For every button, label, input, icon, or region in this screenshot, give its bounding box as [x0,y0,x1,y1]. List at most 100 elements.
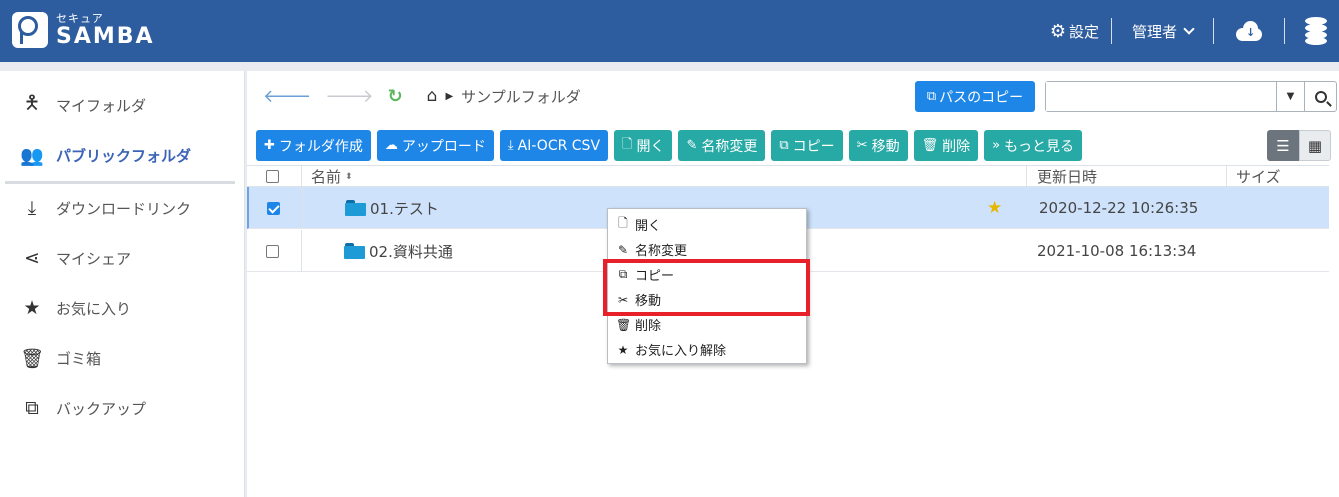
trash-icon: 🗑 [20,347,45,370]
context-menu-delete[interactable]: 🗑 削除 [608,312,806,337]
row-name[interactable]: 01.テスト [345,187,439,229]
context-menu-label: 削除 [635,319,662,334]
list-icon: ☰ [1276,136,1290,155]
settings-label: 設定 [1068,22,1099,41]
search-button[interactable] [1304,82,1336,111]
file-icon: 🗋 [618,216,628,230]
table-header: 名前 ⬍ 更新日時 サイズ [247,165,1329,187]
scissors-icon: ✂ [617,292,629,307]
rename-label: 名称変更 [701,138,758,155]
sidebar-item-label: パブリックフォルダ [56,146,192,165]
context-menu-move[interactable]: ✂ 移動 [608,287,806,312]
caret-down-icon: ▼ [1286,91,1295,102]
arrow-left-icon[interactable]: 🡐 [263,86,311,107]
sidebar-item-label: ゴミ箱 [56,349,102,368]
sort-icon: ⬍ [345,171,353,182]
settings-button[interactable]: ⚙ 設定 [1038,21,1111,42]
header-divider [1110,18,1112,44]
search-input[interactable] [1046,82,1276,111]
sidebar-item-label: マイフォルダ [56,96,147,115]
upload-button[interactable]: ☁ アップロード [376,130,494,161]
copy-label: コピー [792,138,835,155]
sidebar-item-trash[interactable]: 🗑 ゴミ箱 [0,338,245,378]
folder-icon [345,200,366,216]
context-menu-rename[interactable]: ✎ 名称変更 [608,237,806,262]
context-menu-label: お気に入り解除 [635,344,727,359]
copy-path-label: パスのコピー [939,89,1024,106]
name-header-label: 名前 [311,168,342,186]
updated-column-header[interactable]: 更新日時 [1037,166,1097,187]
row-checkbox[interactable] [266,230,279,272]
app-logo[interactable]: セキュア SAMBA [12,12,155,48]
search-box: ▼ [1045,81,1337,112]
person-icon: 🯅 [23,92,41,114]
row-checkbox[interactable] [267,187,280,229]
cloud-upload-icon: ☁ [384,138,398,153]
row-name-label: 02.資料共通 [369,242,453,261]
favorite-star-icon[interactable]: ★ [987,187,1002,229]
sidebar: 🯅 マイフォルダ 👥 パブリックフォルダ ⤓ ダウンロードリンク ⋖ マイシェア… [0,71,245,497]
sidebar-item-favorites[interactable]: ★ お気に入り [0,288,245,328]
user-label: 管理者 [1131,22,1177,41]
name-column-header[interactable]: 名前 ⬍ [311,166,353,187]
list-view-button[interactable]: ☰ [1267,130,1299,161]
sidebar-item-download-link[interactable]: ⤓ ダウンロードリンク [0,188,245,228]
context-menu-label: 移動 [635,294,662,309]
copy-button[interactable]: ⧉ コピー [771,130,843,161]
storage-button[interactable] [1285,16,1339,46]
backup-icon: ⧉ [25,397,39,419]
copy-path-button[interactable]: ⧉ パスのコピー [915,81,1035,112]
star-icon: ★ [617,342,629,357]
select-all-checkbox[interactable] [266,166,279,187]
ai-ocr-csv-button[interactable]: ⤓ AI-OCR CSV [499,130,609,161]
share-icon: ⋖ [24,247,40,269]
copy-icon: ⧉ [779,138,789,153]
toolbar: ✚ フォルダ作成 ☁ アップロード ⤓ AI-OCR CSV 🗋 開く ✎ 名称変更 ⧉ コ… [256,130,1088,161]
size-column-header[interactable]: サイズ [1236,166,1281,187]
gears-icon: ⚙ [1049,20,1066,42]
rename-button[interactable]: ✎ 名称変更 [678,130,766,161]
sidebar-item-my-share[interactable]: ⋖ マイシェア [0,238,245,278]
delete-button[interactable]: 🗑 削除 [913,130,979,161]
search-dropdown-button[interactable]: ▼ [1276,82,1304,111]
context-menu-open[interactable]: 🗋 開く [608,212,806,237]
scissors-icon: ✂ [856,138,868,153]
move-label: 移動 [871,138,900,155]
cloud-download-button[interactable]: ↓ [1214,20,1284,42]
pencil-icon: ✎ [617,242,629,257]
context-menu: 🗋 開く ✎ 名称変更 ⧉ コピー ✂ 移動 🗑 削除 ★ お気に入り解除 [607,208,807,364]
more-button[interactable]: » もっと見る [984,130,1083,161]
updated-header-label: 更新日時 [1037,168,1098,186]
search-icon [1314,90,1327,103]
open-button[interactable]: 🗋 開く [614,130,673,161]
star-icon: ★ [23,297,41,319]
arrow-right-icon[interactable]: 🡒 [325,86,373,107]
logo-icon [12,12,48,48]
row-updated: 2021-10-08 16:13:34 [1037,242,1197,260]
new-folder-button[interactable]: ✚ フォルダ作成 [256,130,371,161]
sidebar-item-backup[interactable]: ⧉ バックアップ [0,388,245,428]
grid-view-button[interactable]: ▦ [1299,130,1331,161]
breadcrumb: 🡐 🡒 ↻ ⌂ ▶ サンプルフォルダ [263,85,581,107]
file-icon: 🗋 [622,136,633,152]
row-name[interactable]: 02.資料共通 [344,230,453,272]
trash-icon: 🗑 [921,138,939,153]
sidebar-item-my-folder[interactable]: 🯅 マイフォルダ [0,85,245,125]
logo-title: SAMBA [56,23,155,49]
view-toggle: ☰ ▦ [1267,130,1331,161]
breadcrumb-folder[interactable]: サンプルフォルダ [461,86,581,107]
move-button[interactable]: ✂ 移動 [848,130,908,161]
home-icon[interactable]: ⌂ [427,86,438,106]
sidebar-item-label: ダウンロードリンク [56,199,192,218]
header-divider [1213,18,1214,44]
user-menu-button[interactable]: 管理者 [1112,21,1213,42]
context-menu-unfavorite[interactable]: ★ お気に入り解除 [608,337,806,362]
sidebar-item-public-folder[interactable]: 👥 パブリックフォルダ [0,135,245,175]
logo-subtitle: セキュア [56,11,104,25]
context-menu-copy[interactable]: ⧉ コピー [608,262,806,287]
reload-icon[interactable]: ↻ [388,86,403,107]
database-icon [1303,16,1329,46]
sidebar-item-label: マイシェア [56,249,132,268]
row-updated: 2020-12-22 10:26:35 [1039,199,1199,217]
download-icon: ⤓ [27,197,37,219]
